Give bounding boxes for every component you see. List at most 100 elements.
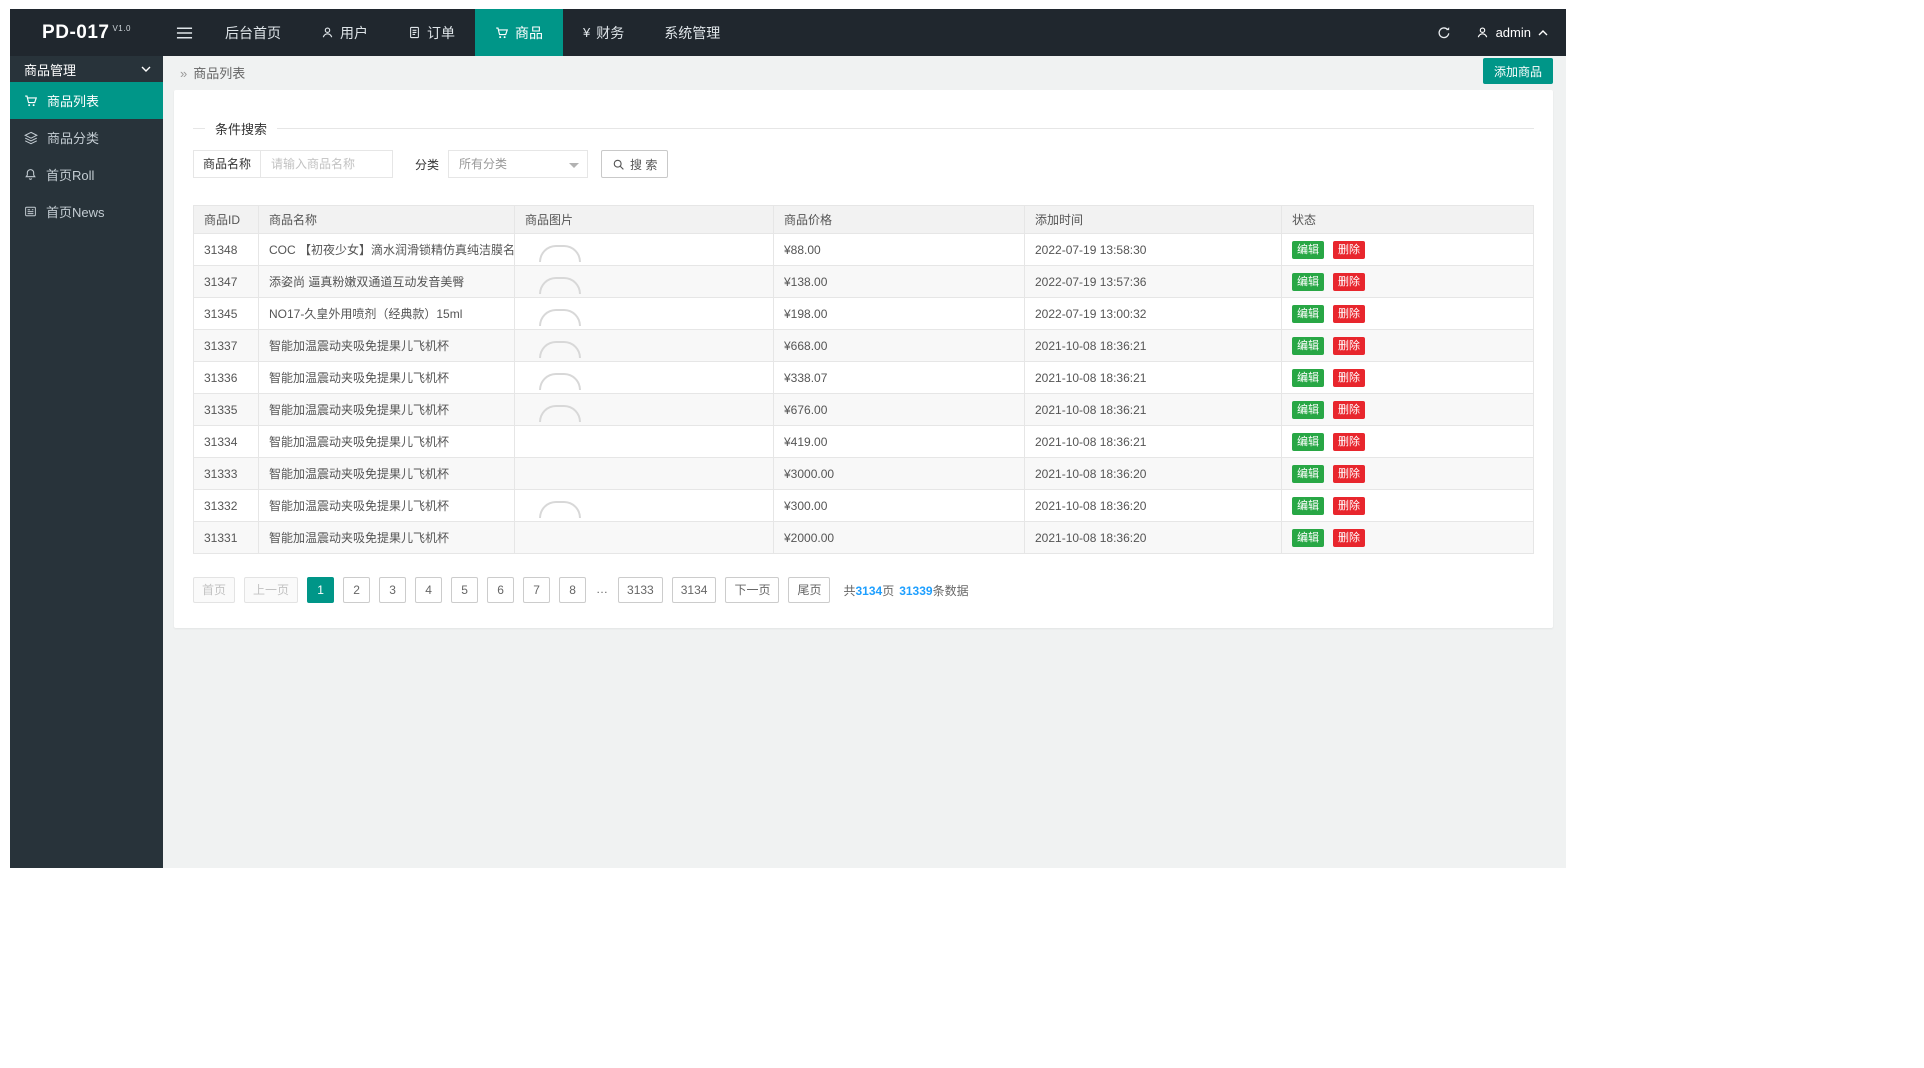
page-2-button[interactable]: 2 <box>343 577 371 603</box>
first-page-button[interactable]: 首页 <box>193 577 236 603</box>
cell-product-price: ¥3000.00 <box>773 457 1025 490</box>
cell-product-name: 智能加温震动夹吸免提果儿飞机杯 <box>258 489 515 522</box>
page-3134-button[interactable]: 3134 <box>671 577 717 603</box>
cell-product-price: ¥138.00 <box>773 265 1025 298</box>
page-3-button[interactable]: 3 <box>379 577 407 603</box>
cell-add-time: 2022-07-19 13:57:36 <box>1024 265 1282 298</box>
cell-product-image <box>514 393 774 426</box>
admin-app: PD-017 V1.0 后台首页 用户 订单 商品 ¥ 财务 系统管理 admin <box>10 9 1566 868</box>
page-3133-button[interactable]: 3133 <box>618 577 663 603</box>
edit-button[interactable]: 编辑 <box>1292 240 1324 259</box>
total-count: 31339 <box>899 583 933 598</box>
refresh-button[interactable] <box>1422 9 1466 56</box>
nav-item-label: 订单 <box>427 24 455 41</box>
product-image-placeholder <box>539 373 581 390</box>
prev-page-button[interactable]: 上一页 <box>244 577 299 603</box>
sidebar-item-home-news[interactable]: 首页News <box>10 193 163 230</box>
nav-item-label: 财务 <box>596 24 625 41</box>
edit-button[interactable]: 编辑 <box>1292 432 1324 451</box>
cell-status: 编辑 删除 <box>1281 361 1534 394</box>
app-logo: PD-017 V1.0 <box>10 9 163 56</box>
cell-product-image <box>514 489 774 522</box>
nav-item-system[interactable]: 系统管理 <box>644 9 740 56</box>
product-image-placeholder <box>539 501 581 518</box>
sidebar-item-goods-category[interactable]: 商品分类 <box>10 119 163 156</box>
page-7-button[interactable]: 7 <box>523 577 551 603</box>
sidebar-item-goods-list[interactable]: 商品列表 <box>10 82 163 119</box>
delete-button[interactable]: 删除 <box>1333 304 1365 323</box>
search-icon <box>612 158 625 171</box>
edit-button[interactable]: 编辑 <box>1292 528 1324 547</box>
delete-button[interactable]: 删除 <box>1333 496 1365 515</box>
nav-item-finance[interactable]: ¥ 财务 <box>563 9 644 56</box>
delete-button[interactable]: 删除 <box>1333 464 1365 483</box>
user-avatar-icon <box>1476 26 1489 39</box>
delete-button[interactable]: 删除 <box>1333 336 1365 355</box>
cell-status: 编辑 删除 <box>1281 297 1534 330</box>
edit-button[interactable]: 编辑 <box>1292 336 1324 355</box>
user-menu[interactable]: admin <box>1466 9 1566 56</box>
last-page-button[interactable]: 尾页 <box>788 577 831 603</box>
delete-button[interactable]: 删除 <box>1333 368 1365 387</box>
summary-prefix: 共 <box>843 583 856 598</box>
cell-product-id: 31336 <box>193 361 259 394</box>
edit-button[interactable]: 编辑 <box>1292 464 1324 483</box>
delete-button[interactable]: 删除 <box>1333 432 1365 451</box>
cell-add-time: 2021-10-08 18:36:20 <box>1024 457 1282 490</box>
add-product-button[interactable]: 添加商品 <box>1482 58 1553 84</box>
nav-item-goods[interactable]: 商品 <box>475 9 563 56</box>
page-1-button[interactable]: 1 <box>307 577 335 603</box>
breadcrumb-marker: » <box>180 66 188 81</box>
category-select[interactable]: 所有分类 <box>448 150 589 178</box>
sidebar-group-goods[interactable]: 商品管理 <box>10 56 163 82</box>
app-version: V1.0 <box>112 23 131 33</box>
page-4-button[interactable]: 4 <box>415 577 443 603</box>
delete-button[interactable]: 删除 <box>1333 528 1365 547</box>
sidebar-item-label: 首页News <box>46 205 105 220</box>
edit-button[interactable]: 编辑 <box>1292 496 1324 515</box>
goods-table: 商品ID 商品名称 商品图片 商品价格 添加时间 状态 31348 COC 【初夜少女】滴水… <box>193 205 1534 554</box>
page-5-button[interactable]: 5 <box>451 577 479 603</box>
page-6-button[interactable]: 6 <box>487 577 515 603</box>
edit-button[interactable]: 编辑 <box>1292 272 1324 291</box>
search-button[interactable]: 搜 索 <box>601 150 669 178</box>
goods-card: 条件搜索 商品名称 分类 所有分类 搜 索 <box>174 90 1553 628</box>
cell-product-price: ¥2000.00 <box>773 521 1025 554</box>
cell-product-image <box>514 361 774 394</box>
cart-icon <box>495 26 509 40</box>
cell-product-price: ¥676.00 <box>773 393 1025 426</box>
nav-item-home[interactable]: 后台首页 <box>205 9 301 56</box>
delete-button[interactable]: 删除 <box>1333 272 1365 291</box>
nav-item-order[interactable]: 订单 <box>388 9 475 56</box>
column-header-status: 状态 <box>1281 205 1534 234</box>
edit-button[interactable]: 编辑 <box>1292 304 1324 323</box>
cell-product-image <box>514 521 774 554</box>
yen-icon: ¥ <box>583 25 591 40</box>
category-label: 分类 <box>415 157 440 172</box>
cell-product-id: 31331 <box>193 521 259 554</box>
product-image-placeholder <box>539 341 581 358</box>
delete-button[interactable]: 删除 <box>1333 240 1365 259</box>
delete-button[interactable]: 删除 <box>1333 400 1365 419</box>
sidebar-toggle-button[interactable] <box>163 9 205 56</box>
table-row: 31336 智能加温震动夹吸免提果儿飞机杯 ¥338.07 2021-10-08 18… <box>193 361 1534 394</box>
topbar-right: admin <box>1422 9 1566 56</box>
product-image-placeholder <box>539 277 581 294</box>
cell-product-price: ¥198.00 <box>773 297 1025 330</box>
nav-item-user[interactable]: 用户 <box>301 9 388 56</box>
sidebar-item-home-roll[interactable]: 首页Roll <box>10 156 163 193</box>
product-image-placeholder <box>539 309 581 326</box>
cell-add-time: 2022-07-19 13:58:30 <box>1024 233 1282 266</box>
cell-product-name: 智能加温震动夹吸免提果儿飞机杯 <box>258 361 515 394</box>
cell-status: 编辑 删除 <box>1281 233 1534 266</box>
next-page-button[interactable]: 下一页 <box>725 577 780 603</box>
sidebar-item-label: 首页Roll <box>46 168 95 183</box>
main-content: » 商品列表 添加商品 条件搜索 商品名称 分类 所有分类 搜 索 <box>163 56 1566 868</box>
edit-button[interactable]: 编辑 <box>1292 368 1324 387</box>
edit-button[interactable]: 编辑 <box>1292 400 1324 419</box>
product-name-input[interactable] <box>260 150 394 178</box>
cell-product-name: 智能加温震动夹吸免提果儿飞机杯 <box>258 521 515 554</box>
cell-product-price: ¥300.00 <box>773 489 1025 522</box>
page-8-button[interactable]: 8 <box>559 577 587 603</box>
table-row: 31333 智能加温震动夹吸免提果儿飞机杯 ¥3000.00 2021-10-08 1… <box>193 457 1534 490</box>
